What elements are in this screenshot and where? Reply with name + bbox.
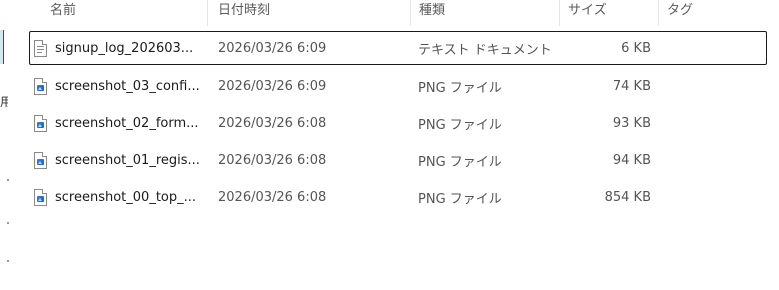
nav-tree-dot bbox=[7, 222, 9, 224]
file-type: PNG ファイル bbox=[418, 154, 502, 170]
column-header-row: 名前 日付時刻 種類 サイズ タグ bbox=[30, 0, 779, 26]
file-name-cell: screenshot_01_regis... bbox=[34, 143, 206, 177]
file-name: screenshot_02_form... bbox=[55, 115, 199, 131]
column-divider[interactable] bbox=[559, 0, 560, 26]
file-name: screenshot_03_confi... bbox=[55, 78, 200, 94]
file-date: 2026/03/26 6:08 bbox=[218, 115, 327, 131]
navigation-pane-edge: 用 bbox=[0, 0, 10, 290]
file-name-cell: screenshot_00_top_... bbox=[34, 180, 206, 214]
text-file-icon bbox=[34, 39, 47, 57]
file-date: 2026/03/26 6:08 bbox=[218, 189, 327, 205]
file-size: 94 KB bbox=[612, 152, 651, 168]
nav-selected-indicator bbox=[0, 30, 4, 64]
file-size: 74 KB bbox=[612, 78, 651, 94]
file-type: テキスト ドキュメント bbox=[418, 42, 552, 58]
nav-tree-dot bbox=[7, 179, 9, 181]
file-row[interactable]: screenshot_00_top_... 2026/03/26 6:08 PN… bbox=[29, 179, 767, 215]
file-name-cell: screenshot_02_form... bbox=[34, 106, 206, 140]
png-file-icon bbox=[34, 114, 47, 132]
file-name: signup_log_202603... bbox=[55, 40, 194, 56]
file-explorer-details-view: 用 名前 日付時刻 種類 サイズ タグ signup_log_202603...… bbox=[0, 0, 779, 290]
column-header-tag[interactable]: タグ bbox=[667, 0, 693, 26]
column-header-type[interactable]: 種類 bbox=[419, 0, 445, 26]
file-row[interactable]: screenshot_02_form... 2026/03/26 6:08 PN… bbox=[29, 105, 767, 141]
nav-tree-dot bbox=[7, 260, 9, 262]
column-header-name[interactable]: 名前 bbox=[50, 0, 76, 26]
file-name-cell: signup_log_202603... bbox=[34, 32, 206, 64]
file-list: signup_log_202603... 2026/03/26 6:09 テキス… bbox=[29, 31, 767, 216]
file-type: PNG ファイル bbox=[418, 80, 502, 96]
png-file-icon bbox=[34, 188, 47, 206]
column-header-date[interactable]: 日付時刻 bbox=[218, 0, 270, 26]
png-file-icon bbox=[34, 151, 47, 169]
file-row[interactable]: signup_log_202603... 2026/03/26 6:09 テキス… bbox=[29, 31, 767, 65]
file-name-cell: screenshot_03_confi... bbox=[34, 69, 206, 103]
file-name: screenshot_01_regis... bbox=[55, 152, 200, 168]
file-name: screenshot_00_top_... bbox=[55, 189, 197, 205]
column-divider[interactable] bbox=[410, 0, 411, 26]
file-type: PNG ファイル bbox=[418, 191, 502, 207]
nav-item-partial-label[interactable]: 用 bbox=[0, 93, 8, 110]
file-date: 2026/03/26 6:09 bbox=[218, 78, 327, 94]
png-file-icon bbox=[34, 77, 47, 95]
file-size: 6 KB bbox=[621, 40, 651, 56]
file-type: PNG ファイル bbox=[418, 117, 502, 133]
file-size: 93 KB bbox=[612, 115, 651, 131]
column-header-size[interactable]: サイズ bbox=[568, 0, 607, 26]
file-row[interactable]: screenshot_01_regis... 2026/03/26 6:08 P… bbox=[29, 142, 767, 178]
file-date: 2026/03/26 6:09 bbox=[218, 40, 327, 56]
file-row[interactable]: screenshot_03_confi... 2026/03/26 6:09 P… bbox=[29, 68, 767, 104]
column-divider[interactable] bbox=[658, 0, 659, 26]
column-divider[interactable] bbox=[207, 0, 208, 26]
file-date: 2026/03/26 6:08 bbox=[218, 152, 327, 168]
file-size: 854 KB bbox=[604, 189, 651, 205]
